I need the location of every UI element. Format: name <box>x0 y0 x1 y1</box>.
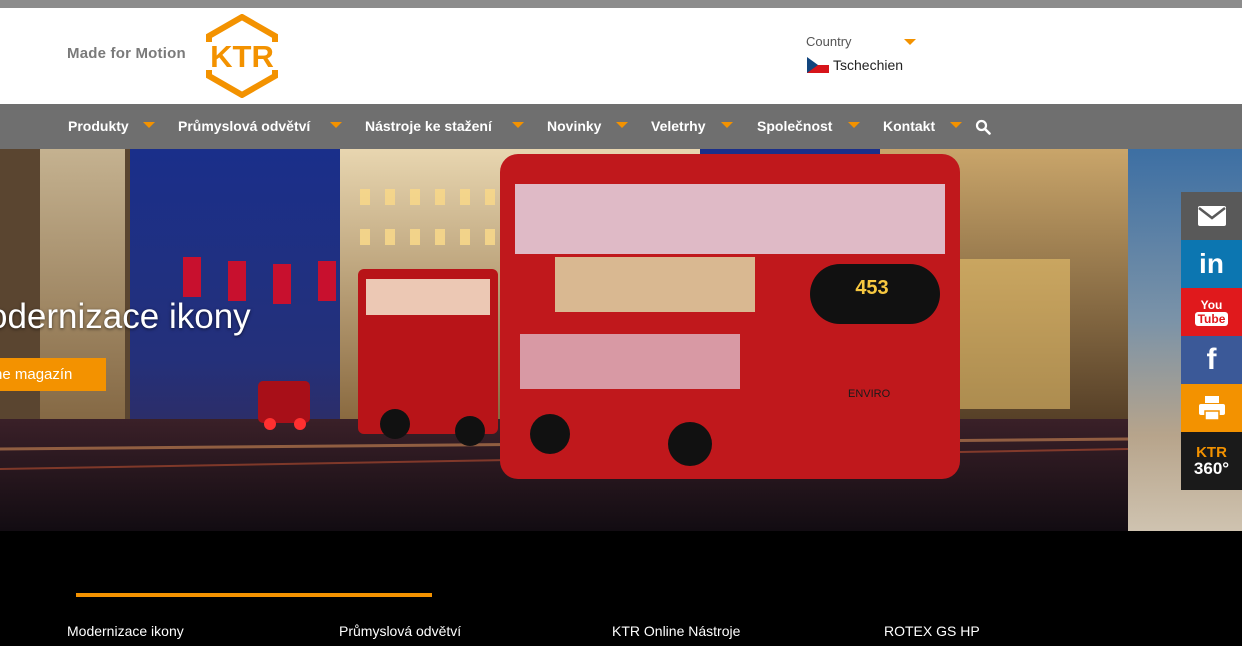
social-youtube[interactable]: You Tube <box>1181 288 1242 336</box>
czech-flag-icon <box>807 57 829 73</box>
country-selector[interactable]: Tschechien <box>833 57 903 73</box>
nav-item-nastroje-ke-stazeni[interactable]: Nástroje ke stažení <box>365 104 492 149</box>
social-facebook[interactable]: f <box>1181 336 1242 384</box>
nav-item-kontakt[interactable]: Kontakt <box>883 104 935 149</box>
social-mail[interactable] <box>1181 192 1242 240</box>
nav-item-produkty[interactable]: Produkty <box>68 104 129 149</box>
main-nav: Produkty Průmyslová odvětví Nástroje ke … <box>0 104 1242 149</box>
ktr360-button[interactable]: KTR 360° <box>1181 432 1242 490</box>
chevron-down-icon <box>330 122 342 128</box>
mail-icon <box>1197 206 1226 226</box>
chevron-down-icon <box>143 122 155 128</box>
footer-link-rotex-gs-hp[interactable]: ROTEX GS HP <box>884 623 980 639</box>
nav-item-novinky[interactable]: Novinky <box>547 104 601 149</box>
country-dropdown-caret[interactable] <box>904 39 916 45</box>
social-print[interactable] <box>1181 384 1242 432</box>
print-icon <box>1198 396 1225 421</box>
site-header: Made for Motion KTR Country Tschechien <box>0 8 1242 104</box>
chevron-down-icon <box>950 122 962 128</box>
hero-title: odernizace ikony <box>0 297 251 336</box>
ktr-logo[interactable]: KTR <box>203 14 281 98</box>
ktr360-label-bottom: 360° <box>1193 459 1230 478</box>
youtube-label-top: You <box>1200 297 1223 312</box>
hero-image: 453 ENVIRO <box>0 149 1128 531</box>
linkedin-icon: in <box>1199 248 1224 279</box>
country-label: Country <box>806 34 852 49</box>
logo-text: KTR <box>210 39 274 74</box>
youtube-icon: You Tube <box>1194 297 1229 326</box>
search-icon[interactable] <box>975 119 991 135</box>
hero-button-label: ne magazín <box>0 366 73 383</box>
youtube-label-bottom: Tube <box>1194 311 1229 326</box>
nav-item-prumyslova-odvetvi[interactable]: Průmyslová odvětví <box>178 104 310 149</box>
footer-accent-line <box>76 593 432 597</box>
hero-banner: 453 ENVIRO odernizace ikony ne magazín <box>0 149 1128 531</box>
bus-brand-text: ENVIRO <box>848 388 891 400</box>
footer-link-ktr-online-nastroje[interactable]: KTR Online Nástroje <box>612 623 740 639</box>
top-strip <box>0 0 1242 8</box>
chevron-down-icon <box>721 122 733 128</box>
nav-item-spolecnost[interactable]: Společnost <box>757 104 832 149</box>
footer-link-prumyslova-odvetvi[interactable]: Průmyslová odvětví <box>339 623 461 639</box>
footer-link-modernizace-ikony[interactable]: Modernizace ikony <box>67 623 184 639</box>
social-linkedin[interactable]: in <box>1181 240 1242 288</box>
chevron-down-icon <box>848 122 860 128</box>
bus-route-number: 453 <box>855 277 888 299</box>
ktr360-label-top: KTR <box>1196 444 1227 461</box>
chevron-down-icon <box>616 122 628 128</box>
nav-item-veletrhy[interactable]: Veletrhy <box>651 104 705 149</box>
tagline: Made for Motion <box>67 45 186 62</box>
footer: Modernizace ikony Průmyslová odvětví KTR… <box>0 531 1242 646</box>
facebook-icon: f <box>1206 343 1217 376</box>
chevron-down-icon <box>512 122 524 128</box>
hero-magazine-button[interactable]: ne magazín <box>0 358 106 391</box>
